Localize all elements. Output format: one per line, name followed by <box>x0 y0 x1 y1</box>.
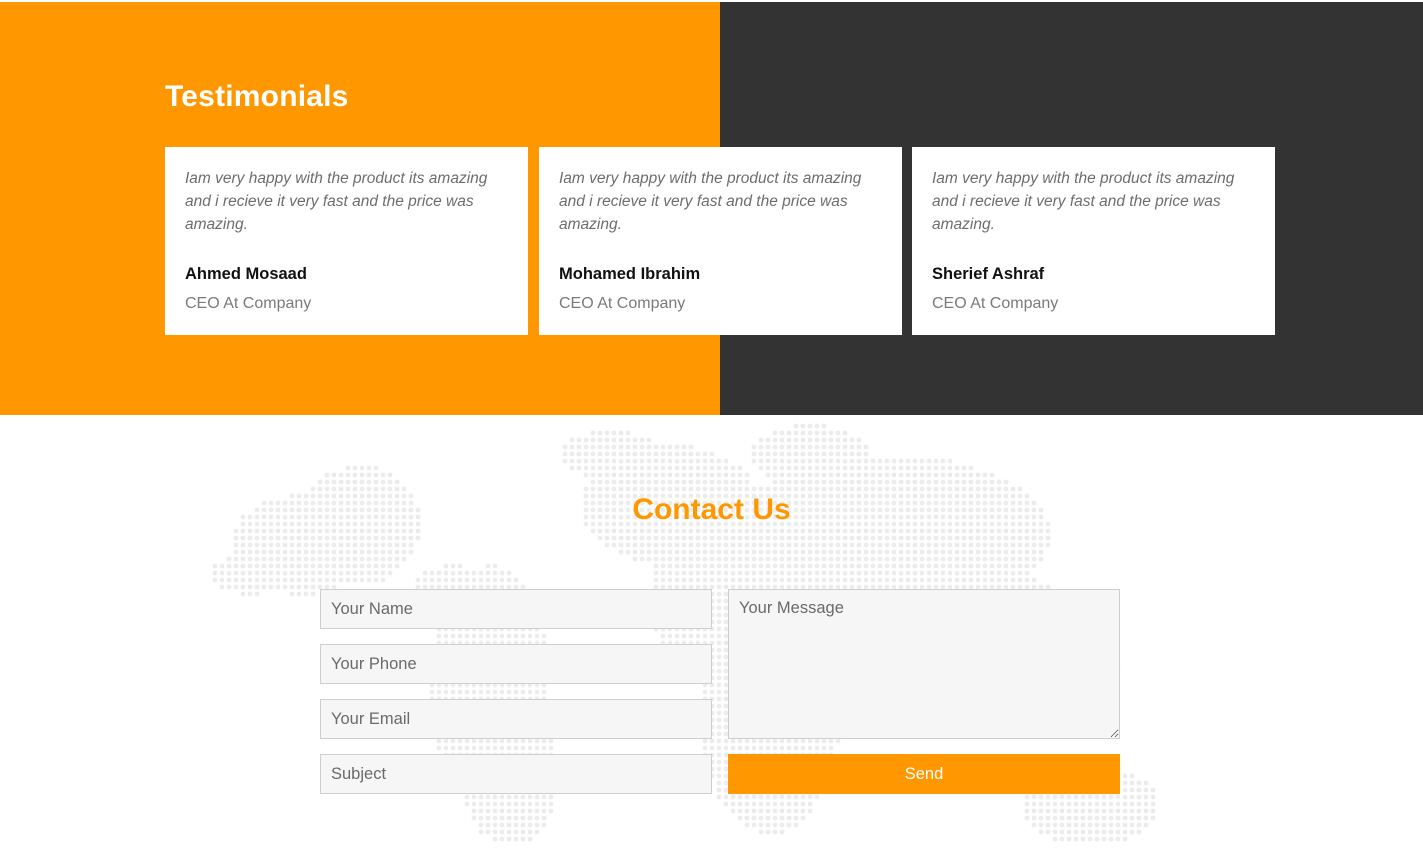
testimonial-role: CEO At Company <box>932 295 1059 312</box>
testimonials-title: Testimonials <box>165 80 349 113</box>
phone-input[interactable] <box>320 644 712 684</box>
send-button[interactable]: Send <box>728 754 1120 794</box>
testimonial-quote: Iam very happy with the product its amaz… <box>185 170 488 233</box>
subject-input[interactable] <box>320 754 712 794</box>
contact-section: Contact Us Send <box>0 415 1423 865</box>
testimonial-card: Iam very happy with the product its amaz… <box>165 147 528 335</box>
testimonial-card: Iam very happy with the product its amaz… <box>539 147 902 335</box>
contact-title: Contact Us <box>632 493 791 526</box>
name-input[interactable] <box>320 589 712 629</box>
email-input[interactable] <box>320 699 712 739</box>
testimonial-quote: Iam very happy with the product its amaz… <box>932 170 1235 233</box>
testimonial-quote: Iam very happy with the product its amaz… <box>559 170 862 233</box>
testimonial-role: CEO At Company <box>185 295 312 312</box>
testimonial-role: CEO At Company <box>559 295 686 312</box>
testimonial-card: Iam very happy with the product its amaz… <box>912 147 1275 335</box>
testimonial-author: Ahmed Mosaad <box>185 265 307 283</box>
testimonial-author: Mohamed Ibrahim <box>559 265 701 283</box>
testimonial-author: Sherief Ashraf <box>932 265 1045 283</box>
testimonial-cards: Iam very happy with the product its amaz… <box>165 147 1275 335</box>
testimonials-section: Testimonials Iam very happy with the pro… <box>0 2 1423 415</box>
message-textarea[interactable] <box>728 589 1120 739</box>
